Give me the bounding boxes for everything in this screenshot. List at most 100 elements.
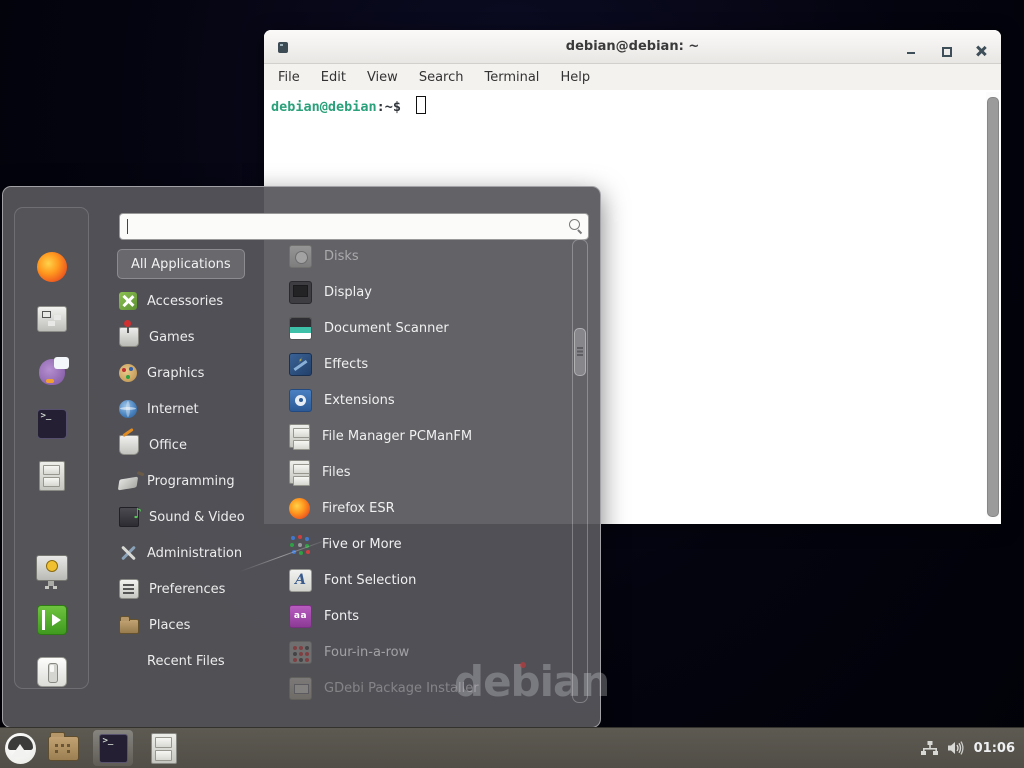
- app-label: Files: [322, 465, 351, 480]
- app-label: GDebi Package Installer: [324, 681, 479, 696]
- terminal-scrollbar-thumb[interactable]: [987, 97, 999, 517]
- shell-prompt: debian@debian:~$: [271, 96, 426, 115]
- taskbar-files-button[interactable]: [48, 736, 79, 761]
- volume-icon[interactable]: [947, 740, 965, 756]
- lock-screen-icon: [36, 555, 68, 581]
- pidgin-icon: [39, 359, 65, 385]
- app-label: Font Selection: [324, 573, 416, 588]
- lock-screen-button[interactable]: [35, 551, 69, 585]
- maximize-button[interactable]: [942, 47, 952, 57]
- system-tray: 01:06: [921, 740, 1024, 756]
- categories-column: All Applications Accessories Games Graph…: [117, 249, 287, 679]
- pcmanfm-icon: [289, 424, 310, 448]
- logout-button[interactable]: [35, 603, 69, 637]
- category-administration[interactable]: Administration: [117, 535, 287, 571]
- firefox-icon: [37, 252, 67, 282]
- menu-file[interactable]: File: [278, 70, 300, 85]
- app-effects[interactable]: Effects: [289, 346, 571, 382]
- category-label: Games: [149, 330, 194, 345]
- terminal-window-icon: [278, 42, 288, 53]
- files-icon: [289, 460, 310, 484]
- close-button[interactable]: [976, 46, 986, 56]
- favorite-firefox[interactable]: [35, 250, 69, 284]
- category-all-applications[interactable]: All Applications: [117, 249, 245, 279]
- app-label: File Manager PCManFM: [322, 429, 472, 444]
- favorite-file-manager[interactable]: [35, 459, 69, 493]
- programming-icon: [118, 477, 138, 491]
- favorite-terminal[interactable]: >_: [35, 407, 69, 441]
- favorites-sidebar: >_: [14, 207, 89, 689]
- app-document-scanner[interactable]: Document Scanner: [289, 310, 571, 346]
- app-firefox-esr[interactable]: Firefox ESR: [289, 490, 571, 526]
- category-internet[interactable]: Internet: [117, 391, 287, 427]
- category-label: Sound & Video: [149, 510, 245, 525]
- favorite-messenger[interactable]: [35, 355, 69, 389]
- shutdown-button[interactable]: [35, 655, 69, 689]
- file-cabinet-icon: [39, 461, 65, 491]
- app-label: Five or More: [322, 537, 402, 552]
- app-font-selection[interactable]: AFont Selection: [289, 562, 571, 598]
- app-label: Extensions: [324, 393, 395, 408]
- category-label: Recent Files: [147, 654, 225, 669]
- menu-view[interactable]: View: [367, 70, 398, 85]
- app-label: Disks: [324, 249, 359, 264]
- graphics-icon: [119, 364, 137, 382]
- app-five-or-more[interactable]: Five or More: [289, 526, 571, 562]
- internet-icon: [119, 400, 137, 418]
- document-scanner-icon: [289, 317, 312, 340]
- menu-scrollbar[interactable]: [572, 239, 588, 703]
- menu-scrollbar-thumb[interactable]: [574, 328, 586, 376]
- taskbar-terminal-button[interactable]: >_: [93, 730, 133, 766]
- menu-terminal[interactable]: Terminal: [484, 70, 539, 85]
- category-office[interactable]: Office: [117, 427, 287, 463]
- app-files[interactable]: Files: [289, 454, 571, 490]
- menu-edit[interactable]: Edit: [321, 70, 346, 85]
- search-input[interactable]: [120, 214, 588, 239]
- category-games[interactable]: Games: [117, 319, 287, 355]
- disks-icon: [289, 245, 312, 268]
- menu-launcher-button[interactable]: [5, 733, 36, 764]
- terminal-glyph: >_: [41, 411, 52, 421]
- app-display[interactable]: Display: [289, 274, 571, 310]
- settings-icon: [37, 306, 67, 332]
- minimize-button[interactable]: [907, 52, 915, 54]
- four-in-a-row-icon: [289, 641, 312, 664]
- category-graphics[interactable]: Graphics: [117, 355, 287, 391]
- app-gdebi-package-installer[interactable]: GDebi Package Installer: [289, 670, 571, 706]
- menu-help[interactable]: Help: [560, 70, 590, 85]
- terminal-titlebar[interactable]: debian@debian: ~: [264, 30, 1001, 64]
- app-label: Document Scanner: [324, 321, 449, 336]
- category-recent-files[interactable]: Recent Files: [117, 643, 287, 679]
- app-label: Fonts: [324, 609, 359, 624]
- app-file-manager-pcmanfm[interactable]: File Manager PCManFM: [289, 418, 571, 454]
- preferences-icon: [119, 579, 139, 599]
- terminal-glyph: >_: [103, 736, 114, 746]
- app-disks[interactable]: Disks: [289, 238, 571, 274]
- menu-search-box[interactable]: [119, 213, 589, 240]
- category-places[interactable]: Places: [117, 607, 287, 643]
- menu-search[interactable]: Search: [419, 70, 464, 85]
- shutdown-icon: [37, 657, 67, 687]
- applications-list: Disks Display Document Scanner Effects E…: [289, 238, 571, 706]
- category-preferences[interactable]: Preferences: [117, 571, 287, 607]
- category-sound-video[interactable]: ♪Sound & Video: [117, 499, 287, 535]
- taskbar-file-manager-button[interactable]: [151, 733, 177, 764]
- network-icon[interactable]: [921, 740, 938, 756]
- clock[interactable]: 01:06: [974, 741, 1015, 756]
- favorite-settings[interactable]: [35, 302, 69, 336]
- accessories-icon: [119, 292, 137, 310]
- category-accessories[interactable]: Accessories: [117, 283, 287, 319]
- app-fonts[interactable]: aa Fonts: [289, 598, 571, 634]
- firefox-esr-icon: [289, 498, 310, 519]
- app-extensions[interactable]: Extensions: [289, 382, 571, 418]
- administration-icon: [119, 544, 137, 562]
- category-programming[interactable]: Programming: [117, 463, 287, 499]
- fonts-aa-glyph: aa: [294, 611, 307, 621]
- app-label: Effects: [324, 357, 368, 372]
- app-four-in-a-row[interactable]: Four-in-a-row: [289, 634, 571, 670]
- terminal-scrollbar[interactable]: [986, 92, 999, 520]
- logout-icon: [37, 605, 67, 635]
- terminal-cursor: [416, 96, 426, 114]
- category-label: Office: [149, 438, 187, 453]
- app-label: Firefox ESR: [322, 501, 395, 516]
